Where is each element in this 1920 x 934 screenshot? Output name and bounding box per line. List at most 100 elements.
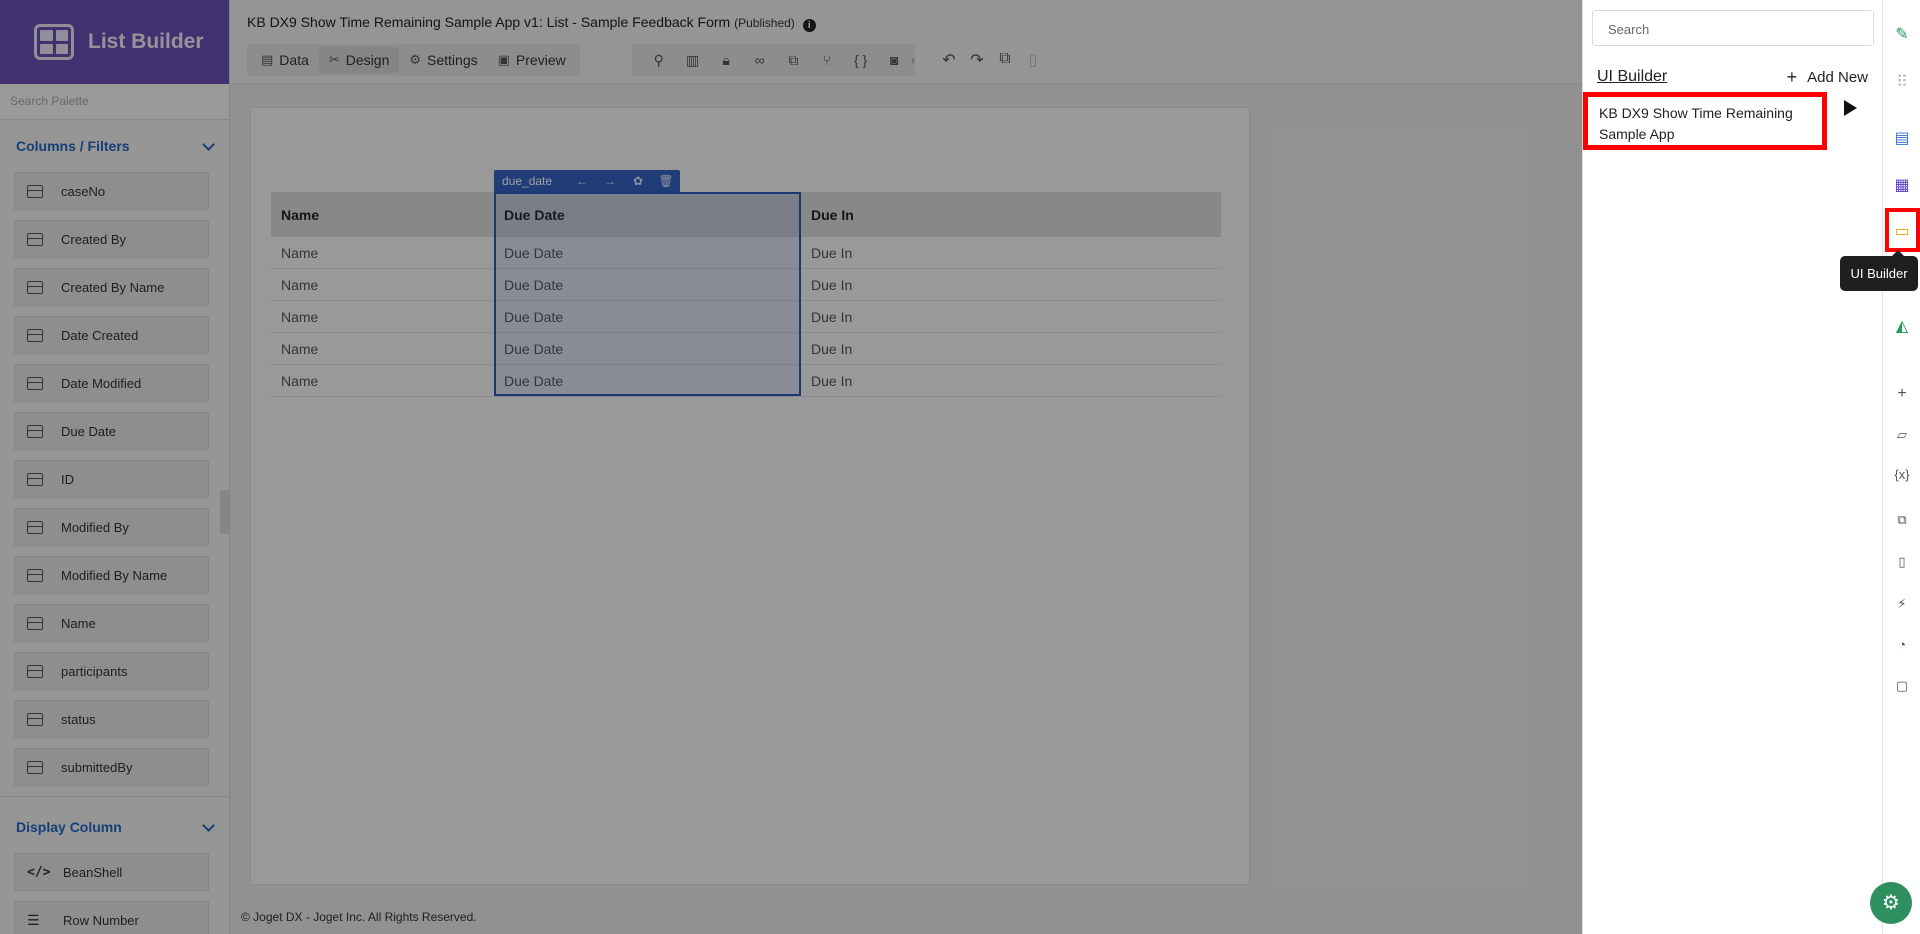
chevron-right-icon[interactable]: › xyxy=(911,53,915,67)
ui-builder-item[interactable]: KB DX9 Show Time Remaining Sample App xyxy=(1583,92,1827,150)
document-icon[interactable]: ▥ xyxy=(676,52,710,69)
status-badge: (Published) xyxy=(734,16,795,30)
column-icon xyxy=(27,424,43,438)
paste-icon[interactable]: ▯ xyxy=(1019,50,1047,70)
palette-item[interactable]: status xyxy=(14,700,209,738)
gear-icon: ⚙ xyxy=(409,52,422,67)
page-title: KB DX9 Show Time Remaining Sample App v1… xyxy=(247,14,816,32)
cell: Due In xyxy=(811,244,853,261)
palette-sidebar: List Builder Search Palette Columns / Fi… xyxy=(0,0,230,934)
palette-item[interactable]: Name xyxy=(14,604,209,642)
column-icon xyxy=(27,328,43,342)
tree-icon[interactable]: ⚲ xyxy=(642,52,676,69)
gauge-icon[interactable]: ◔ xyxy=(1883,637,1920,652)
gear-icon[interactable]: ⚙ xyxy=(1870,882,1912,924)
palette-item[interactable]: ☰ Row Number xyxy=(14,901,209,934)
cell: Due In xyxy=(811,308,853,325)
builder-tabs: ▤ Data ✂ Design ⚙ Settings ▣ Preview xyxy=(247,44,580,76)
tab-settings[interactable]: ⚙ Settings xyxy=(399,47,487,73)
translate-icon[interactable]: ⧉ xyxy=(777,52,811,69)
palette-search-input[interactable]: Search Palette xyxy=(0,84,229,120)
braces-icon[interactable]: { } xyxy=(844,52,878,68)
palette-item[interactable]: Created By Name xyxy=(14,268,209,306)
undo-icon[interactable]: ↶ xyxy=(935,50,963,70)
column-icon xyxy=(27,568,43,582)
note-icon[interactable]: ▱ xyxy=(1883,427,1920,443)
column-header-due-in[interactable]: Due In xyxy=(801,192,1221,237)
palette-icon[interactable]: ✿ xyxy=(624,174,652,188)
palette-item[interactable]: ID xyxy=(14,460,209,498)
code-icon: </> xyxy=(27,864,51,880)
copy-icon[interactable]: ⧉ xyxy=(991,50,1019,70)
columns-section-header[interactable]: Columns / Filters xyxy=(0,120,229,172)
palette-item[interactable]: </> BeanShell xyxy=(14,853,209,891)
chevron-down-icon[interactable] xyxy=(202,818,215,832)
cell: Due Date xyxy=(504,308,564,325)
cell: Due In xyxy=(811,276,853,293)
brand-title: List Builder xyxy=(88,30,204,53)
paint-bucket-icon[interactable]: ◭ xyxy=(1883,316,1920,336)
palette-item[interactable]: Due Date xyxy=(14,412,209,450)
play-icon[interactable] xyxy=(1844,100,1857,116)
edit-icon[interactable]: ✎ xyxy=(1883,24,1920,44)
column-icon xyxy=(27,712,43,726)
history-toolbar: ↶ ↷ ⧉ ▯ xyxy=(935,50,1047,70)
palette-item[interactable]: submittedBy xyxy=(14,748,209,786)
columns-section-title: Columns / Filters xyxy=(16,138,130,154)
columns-list: caseNo Created By Created By Name Date C… xyxy=(0,172,229,786)
palette-item[interactable]: participants xyxy=(14,652,209,690)
ui-builder-panel: Search UI Builder + Add New KB DX9 Show … xyxy=(1582,0,1882,934)
tab-data[interactable]: ▤ Data xyxy=(251,47,319,73)
trash-icon[interactable]: 🗑︎ xyxy=(652,174,680,188)
table-row: Name Due Date Due In xyxy=(271,365,1221,397)
plus-icon[interactable]: + xyxy=(1883,385,1920,403)
redo-icon[interactable]: ↷ xyxy=(963,50,991,70)
branch-icon[interactable]: ⑂ xyxy=(810,52,844,68)
cell: Due Date xyxy=(504,372,564,389)
column-icon xyxy=(27,616,43,630)
table-row: Name Due Date Due In xyxy=(271,237,1221,269)
arrow-right-icon[interactable]: → xyxy=(596,174,624,188)
panel-title[interactable]: UI Builder xyxy=(1597,68,1667,86)
right-icon-strip: ✎ ⠿ ▤ ▦ ▭ ◭ + ▱ {x} ⧉ ▯ ⚡ ◔ ▢ xyxy=(1882,0,1920,934)
script-icon[interactable]: ▢ xyxy=(1883,678,1920,694)
translate-icon[interactable]: ⧉ xyxy=(1883,512,1920,528)
info-icon[interactable]: i xyxy=(802,19,816,32)
column-icon xyxy=(27,520,43,534)
glasses-icon[interactable]: ∞ xyxy=(743,52,777,68)
highlight-box xyxy=(1885,208,1920,252)
palette-item[interactable]: Modified By xyxy=(14,508,209,546)
add-new-button[interactable]: + Add New xyxy=(1787,67,1868,88)
design-tools-icon: ✂ xyxy=(328,52,340,67)
numbered-list-icon: ☰ xyxy=(27,911,40,928)
column-header-due-date[interactable]: Due Date xyxy=(494,192,801,237)
tab-preview[interactable]: ▣ Preview xyxy=(488,47,576,73)
cell: Due Date xyxy=(504,276,564,293)
palette-item[interactable]: Created By xyxy=(14,220,209,258)
palette-item[interactable]: Date Modified xyxy=(14,364,209,402)
list-builder-icon xyxy=(34,24,74,60)
tab-design[interactable]: ✂ Design xyxy=(318,47,400,73)
collapse-handle[interactable] xyxy=(220,490,229,534)
column-header-name[interactable]: Name xyxy=(271,192,494,237)
cell: Name xyxy=(281,276,319,293)
cell: Due Date xyxy=(504,340,564,357)
preview-icon: ▣ xyxy=(497,52,510,67)
plugin-icon[interactable]: ⚡ xyxy=(1883,596,1920,612)
palette-item[interactable]: caseNo xyxy=(14,172,209,210)
palette-item[interactable]: Modified By Name xyxy=(14,556,209,594)
display-section-title: Display Column xyxy=(16,819,122,835)
chevron-down-icon[interactable] xyxy=(202,137,215,151)
camera-icon[interactable]: ◙ xyxy=(877,52,911,68)
panel-search-input[interactable]: Search xyxy=(1592,10,1874,46)
file-icon[interactable]: ▯ xyxy=(1883,554,1920,570)
drag-handle-icon[interactable]: ⠿ xyxy=(1883,72,1920,92)
lock-icon[interactable]: 🔒︎ xyxy=(709,52,743,69)
variable-icon[interactable]: {x} xyxy=(1883,467,1920,482)
tooltip: UI Builder xyxy=(1840,250,1918,291)
form-icon[interactable]: ▤ xyxy=(1883,128,1920,148)
list-icon[interactable]: ▦ xyxy=(1883,175,1920,195)
palette-item[interactable]: Date Created xyxy=(14,316,209,354)
arrow-left-icon[interactable]: ← xyxy=(568,174,596,188)
display-section-header[interactable]: Display Column xyxy=(0,801,229,853)
